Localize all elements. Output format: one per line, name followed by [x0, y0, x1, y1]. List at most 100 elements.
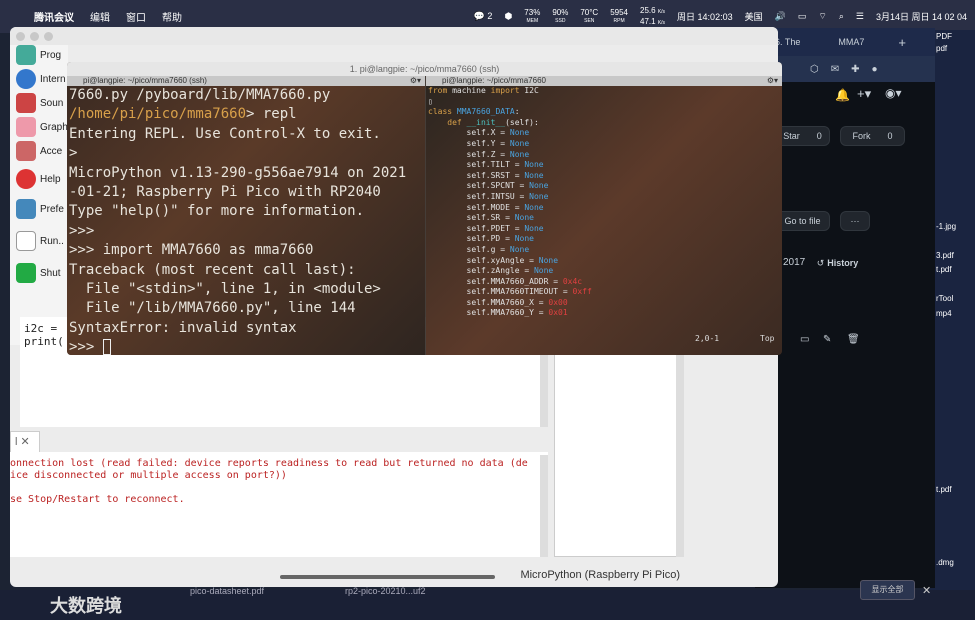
menu-window[interactable]: 窗口 — [126, 9, 146, 24]
new-tab-icon[interactable]: + — [898, 35, 906, 50]
taskbar: 大数跨境 pico-datasheet.pdf rp2-pico-20210..… — [0, 586, 975, 620]
desktop-file[interactable]: pdf — [936, 44, 947, 53]
sound-icon — [16, 93, 36, 113]
left-pane[interactable]: pi@langpie: ~/pico/mma7660 (ssh) ⚙▾ 7660.… — [67, 76, 425, 355]
extension-icon[interactable]: ⬡ — [810, 64, 819, 75]
panel-scrollbar[interactable] — [676, 352, 684, 557]
pane-header: pi@langpie: ~/pico/mma7660 ⚙▾ — [426, 76, 782, 86]
download-item[interactable]: pico-datasheet.pdf — [190, 586, 264, 596]
shell-scrollbar[interactable] — [540, 455, 548, 557]
editor-scrollbar[interactable] — [540, 352, 548, 427]
terminal-line: /home/pi/pico/mma7660> repl — [69, 106, 297, 123]
menu-item-accessories[interactable]: Acce — [16, 141, 62, 161]
menu-item-preferences[interactable]: Prefe — [16, 199, 64, 219]
desktop-icon[interactable]: ▭ — [800, 334, 809, 345]
watermark-logo: 大数跨境 — [50, 596, 122, 616]
terminal-line: >>> — [69, 222, 95, 239]
horizontal-scrollbar[interactable] — [280, 575, 495, 579]
mem-stat[interactable]: 73% MEM — [524, 8, 540, 26]
minimize-dot[interactable] — [30, 31, 39, 41]
avatar[interactable]: ◉▾ — [885, 86, 902, 100]
temp-stat[interactable]: 70°C SEN — [580, 8, 598, 26]
search-icon[interactable]: ⌕ — [839, 11, 844, 22]
show-all-button[interactable]: 显示全部 — [860, 580, 915, 600]
menu-item-programming[interactable]: Prog — [16, 45, 61, 65]
menu-item-help[interactable]: Help — [16, 169, 61, 189]
desktop-file[interactable]: t.pdf — [936, 265, 952, 274]
close-dot[interactable] — [16, 31, 25, 41]
desktop-file[interactable]: .dmg — [936, 558, 954, 567]
volume-icon[interactable]: 🔊 — [775, 11, 786, 22]
desktop-file[interactable]: mp4 — [936, 309, 952, 318]
shell-line: onnection lost (read failed: device repo… — [10, 458, 528, 469]
terminal-line: SyntaxError: invalid syntax — [69, 319, 297, 336]
graphics-icon — [16, 117, 36, 137]
fork-button[interactable]: Fork 0 — [840, 126, 905, 146]
terminal-line: File "<stdin>", line 1, in <module> — [69, 281, 381, 298]
menu-item-graphics[interactable]: Graph — [16, 117, 68, 137]
history-button[interactable]: ↺ History — [810, 254, 865, 272]
browser-tab[interactable]: 6. The — [775, 37, 800, 47]
trash-icon[interactable]: 🗑 — [847, 334, 860, 345]
terminal-line: Type "help()" for more information. — [69, 203, 365, 220]
desktop-file[interactable]: -1.jpg — [936, 222, 956, 231]
vim-line: ▯ — [428, 96, 433, 106]
desktop-files: PDF pdf -1.jpg 3.pdf t.pdf rTool mp4 t.p… — [930, 30, 975, 590]
vim-line: def __init__(self): — [428, 117, 539, 127]
bell-icon[interactable]: 🔔 — [835, 88, 850, 102]
menu-item-internet[interactable]: Intern — [16, 69, 66, 89]
rpm-stat[interactable]: 5954 RPM — [610, 8, 628, 26]
ssd-stat[interactable]: 90% SSD — [552, 8, 568, 26]
gear-icon[interactable]: ⚙▾ — [767, 76, 778, 86]
date-time[interactable]: 3月14日 周日 14 02 04 — [876, 10, 967, 23]
menu-help[interactable]: 帮助 — [162, 9, 182, 24]
vim-scroll-state: Top — [760, 334, 775, 343]
shell-line: se Stop/Restart to reconnect. — [10, 494, 185, 505]
star-button[interactable]: Star 0 — [775, 126, 830, 146]
close-icon[interactable]: ✕ — [922, 584, 931, 597]
vim-buffer[interactable]: from machine import I2C ▯ class MMA7660_DA… — [426, 86, 782, 319]
wechat-icon[interactable]: 💬 2 — [474, 11, 493, 22]
terminal-line: > — [69, 145, 78, 162]
download-item[interactable]: rp2-pico-20210...uf2 — [345, 586, 426, 596]
shield-icon[interactable]: ⬢ — [504, 11, 512, 22]
battery-icon[interactable]: ▭ — [798, 11, 807, 22]
desktop-file[interactable]: PDF — [936, 32, 952, 41]
right-pane[interactable]: pi@langpie: ~/pico/mma7660 ⚙▾ from machin… — [426, 76, 782, 355]
net-stat[interactable]: 25.6 K/s 47.1 K/s — [640, 6, 665, 28]
menu-edit[interactable]: 编辑 — [90, 9, 110, 24]
preferences-icon — [16, 199, 36, 219]
interpreter-status[interactable]: MicroPython (Raspberry Pi Pico) — [520, 569, 680, 581]
menu-item-shutdown[interactable]: Shut — [16, 263, 61, 283]
menu-item-run[interactable]: Run.. — [16, 231, 64, 251]
vim-line: self.SR = None — [428, 213, 534, 223]
desktop-file[interactable]: rTool — [936, 294, 953, 303]
puzzle-icon[interactable]: ✚ — [851, 64, 859, 75]
desktop-file[interactable]: 3.pdf — [936, 251, 954, 260]
wifi-icon[interactable]: ⌔ — [818, 11, 826, 22]
terminal-prompt[interactable]: >>> — [67, 338, 425, 355]
go-to-file-button[interactable]: Go to file — [775, 211, 830, 231]
vim-line: self.SPCNT = None — [428, 181, 549, 191]
shell-tab[interactable]: l ✕ — [10, 431, 40, 453]
shell-output[interactable]: onnection lost (read failed: device repo… — [10, 452, 548, 557]
terminal-line: File "/lib/MMA7660.py", line 144 — [69, 300, 356, 317]
edit-icon[interactable]: ✎ — [823, 334, 831, 345]
vim-line: self.zAngle = None — [428, 266, 554, 276]
profile-icon[interactable]: ● — [872, 64, 878, 75]
extension-icon[interactable]: ✉ — [831, 64, 839, 75]
more-button[interactable]: ··· — [840, 211, 870, 231]
zoom-dot[interactable] — [44, 31, 53, 41]
app-name[interactable]: 腾讯会议 — [34, 9, 74, 24]
plus-icon[interactable]: +▾ — [857, 86, 871, 102]
vim-line: self.X = None — [428, 128, 530, 138]
input-source[interactable]: 美国 — [745, 10, 763, 23]
clock[interactable]: 周日 14:02:03 — [677, 10, 733, 23]
browser-tab[interactable]: MMA7 — [838, 37, 864, 47]
control-center-icon[interactable]: ☰ — [856, 11, 864, 22]
raspi-menu: Prog Intern Soun Graph Acce Help Prefe R… — [10, 45, 68, 345]
menu-item-sound[interactable]: Soun — [16, 93, 63, 113]
gear-icon[interactable]: ⚙▾ — [410, 76, 421, 86]
desktop-file[interactable]: t.pdf — [936, 485, 952, 494]
